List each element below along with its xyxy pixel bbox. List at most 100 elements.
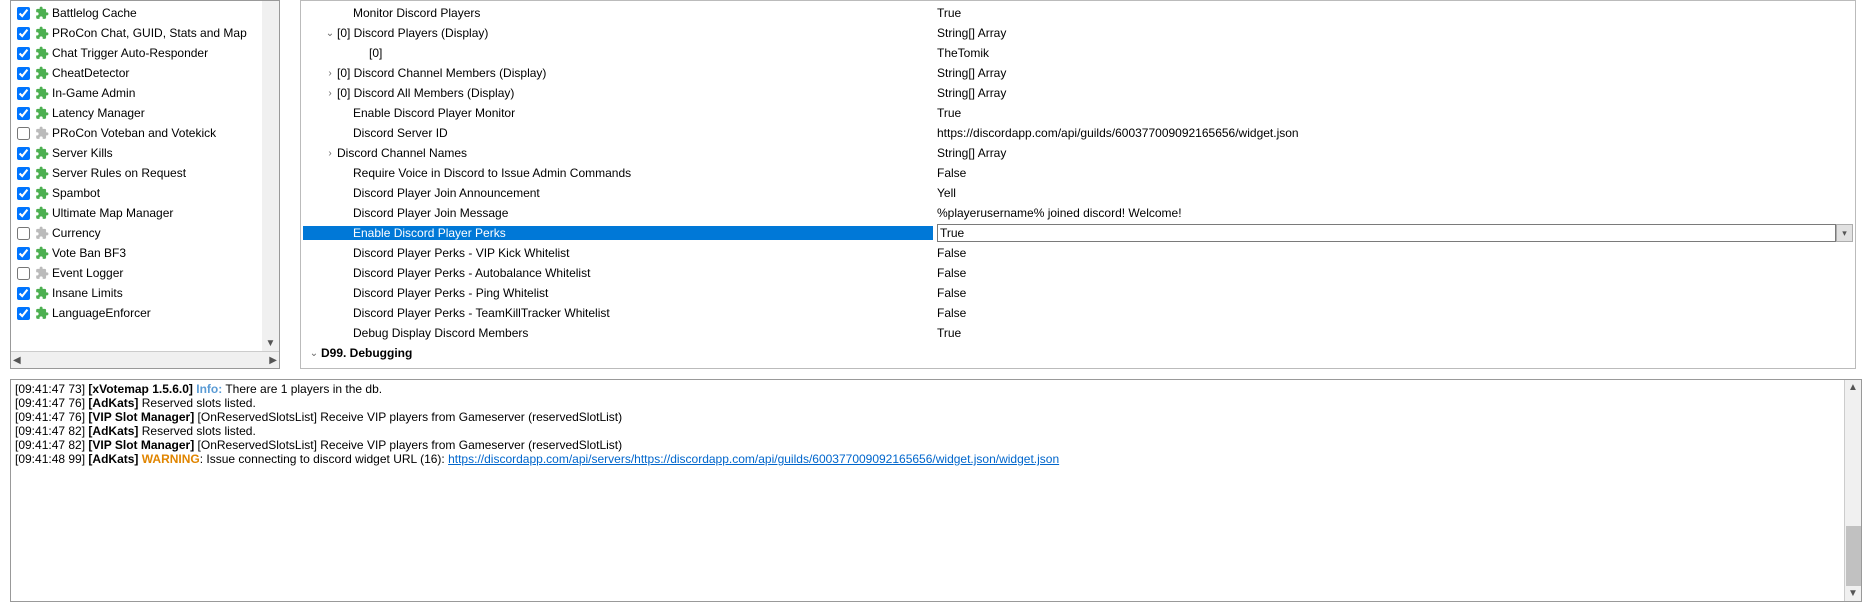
plugin-checkbox[interactable]	[17, 27, 30, 40]
collapse-icon[interactable]: ⌄	[323, 28, 337, 39]
property-row[interactable]: ›Discord Channel NamesString[] Array	[303, 143, 1853, 163]
plugin-checkbox[interactable]	[17, 207, 30, 220]
plugin-checkbox[interactable]	[17, 267, 30, 280]
plugin-item[interactable]: PRoCon Voteban and Votekick	[15, 123, 258, 143]
property-row[interactable]: [0]TheTomik	[303, 43, 1853, 63]
scroll-thumb[interactable]	[1846, 526, 1861, 586]
property-value: String[] Array	[937, 86, 1006, 100]
property-row[interactable]: Discord Player Perks - Autobalance White…	[303, 263, 1853, 283]
scroll-up-icon[interactable]: ▲	[1848, 382, 1858, 393]
expand-icon[interactable]: ›	[323, 88, 337, 99]
log-message: Reserved slots listed.	[138, 396, 255, 410]
log-plugin: [VIP Slot Manager]	[88, 410, 194, 424]
plugin-checkbox[interactable]	[17, 127, 30, 140]
property-row[interactable]: Discord Player Perks - VIP Kick Whitelis…	[303, 243, 1853, 263]
scroll-left-icon[interactable]: ◀	[13, 355, 21, 366]
plugin-item[interactable]: Spambot	[15, 183, 258, 203]
log-timestamp: [09:41:47 82]	[15, 424, 85, 438]
puzzle-icon	[35, 266, 49, 280]
property-value: %playerusername% joined discord! Welcome…	[937, 206, 1182, 220]
property-row[interactable]: Discord Player Perks - Ping WhitelistFal…	[303, 283, 1853, 303]
plugin-checkbox[interactable]	[17, 187, 30, 200]
plugin-label: Battlelog Cache	[52, 6, 137, 20]
plugin-list-panel: Battlelog Cache PRoCon Chat, GUID, Stats …	[10, 0, 280, 369]
property-row[interactable]: ›[0] Discord Channel Members (Display)St…	[303, 63, 1853, 83]
plugin-checkbox[interactable]	[17, 307, 30, 320]
log-timestamp: [09:41:47 82]	[15, 438, 85, 452]
expand-icon[interactable]: ›	[323, 68, 337, 79]
puzzle-icon	[35, 66, 49, 80]
plugin-list[interactable]: Battlelog Cache PRoCon Chat, GUID, Stats …	[11, 1, 262, 351]
property-row[interactable]: ›[0] Discord All Members (Display)String…	[303, 83, 1853, 103]
plugin-label: In-Game Admin	[52, 86, 135, 100]
property-row[interactable]: Monitor Discord PlayersTrue	[303, 3, 1853, 23]
plugin-item[interactable]: Server Rules on Request	[15, 163, 258, 183]
log-body[interactable]: [09:41:47 73] [xVotemap 1.5.6.0] Info: T…	[11, 380, 1844, 601]
plugin-checkbox[interactable]	[17, 7, 30, 20]
plugin-item[interactable]: PRoCon Chat, GUID, Stats and Map	[15, 23, 258, 43]
plugin-checkbox[interactable]	[17, 247, 30, 260]
plugin-item[interactable]: Insane Limits	[15, 283, 258, 303]
property-key: Discord Player Perks - Autobalance White…	[353, 266, 590, 280]
plugin-label: Latency Manager	[52, 106, 145, 120]
plugin-checkbox[interactable]	[17, 87, 30, 100]
property-value: Yell	[937, 186, 956, 200]
sidebar-hscroll[interactable]: ◀ ▶	[11, 351, 279, 368]
plugin-checkbox[interactable]	[17, 67, 30, 80]
log-vscroll[interactable]: ▲ ▼	[1844, 380, 1861, 601]
property-row[interactable]: Discord Player Perks - TeamKillTracker W…	[303, 303, 1853, 323]
property-grid-body[interactable]: Monitor Discord PlayersTrue⌄[0] Discord …	[303, 3, 1853, 366]
log-plugin: [VIP Slot Manager]	[88, 438, 194, 452]
plugin-checkbox[interactable]	[17, 227, 30, 240]
plugin-item[interactable]: Server Kills	[15, 143, 258, 163]
plugin-checkbox[interactable]	[17, 107, 30, 120]
property-row[interactable]: Enable Discord Player MonitorTrue	[303, 103, 1853, 123]
sidebar-scroll-down[interactable]: ▼	[262, 1, 279, 351]
log-link[interactable]: https://discordapp.com/api/servers/https…	[448, 452, 1059, 466]
plugin-item[interactable]: Ultimate Map Manager	[15, 203, 258, 223]
plugin-checkbox[interactable]	[17, 287, 30, 300]
puzzle-icon	[35, 206, 49, 220]
puzzle-icon	[35, 226, 49, 240]
puzzle-icon	[35, 186, 49, 200]
plugin-label: LanguageEnforcer	[52, 306, 151, 320]
log-message: Reserved slots listed.	[138, 424, 255, 438]
property-row[interactable]: Discord Server IDhttps://discordapp.com/…	[303, 123, 1853, 143]
plugin-item[interactable]: CheatDetector	[15, 63, 258, 83]
plugin-item[interactable]: Event Logger	[15, 263, 258, 283]
plugin-label: Insane Limits	[52, 286, 123, 300]
plugin-checkbox[interactable]	[17, 47, 30, 60]
property-value-editor[interactable]: True	[937, 224, 1836, 242]
property-value: False	[937, 266, 966, 280]
plugin-label: PRoCon Chat, GUID, Stats and Map	[52, 26, 247, 40]
property-row[interactable]: Enable Discord Player PerksTrue▾	[303, 223, 1853, 243]
property-row[interactable]: Discord Player Join Message%playeruserna…	[303, 203, 1853, 223]
plugin-item[interactable]: Chat Trigger Auto-Responder	[15, 43, 258, 63]
plugin-item[interactable]: Currency	[15, 223, 258, 243]
plugin-label: Ultimate Map Manager	[52, 206, 173, 220]
expand-icon[interactable]: ›	[323, 148, 337, 159]
property-row[interactable]: ⌄D99. Debugging	[303, 343, 1853, 363]
scroll-right-icon[interactable]: ▶	[269, 355, 277, 366]
property-row[interactable]: ⌄[0] Discord Players (Display)String[] A…	[303, 23, 1853, 43]
dropdown-icon[interactable]: ▾	[1836, 224, 1853, 242]
property-key: Monitor Discord Players	[353, 6, 480, 20]
property-key: Discord Channel Names	[337, 146, 467, 160]
property-row[interactable]: Discord Player Join AnnouncementYell	[303, 183, 1853, 203]
plugin-checkbox[interactable]	[17, 147, 30, 160]
property-row[interactable]: Require Voice in Discord to Issue Admin …	[303, 163, 1853, 183]
plugin-item[interactable]: Battlelog Cache	[15, 3, 258, 23]
plugin-item[interactable]: In-Game Admin	[15, 83, 258, 103]
plugin-label: CheatDetector	[52, 66, 129, 80]
collapse-icon[interactable]: ⌄	[307, 348, 321, 359]
plugin-checkbox[interactable]	[17, 167, 30, 180]
plugin-item[interactable]: Latency Manager	[15, 103, 258, 123]
log-message: There are 1 players in the db.	[222, 382, 382, 396]
property-value: TheTomik	[937, 46, 989, 60]
scroll-down-icon[interactable]: ▼	[1848, 588, 1858, 599]
plugin-item[interactable]: Vote Ban BF3	[15, 243, 258, 263]
property-row[interactable]: Debug Display Discord MembersTrue	[303, 323, 1853, 343]
plugin-item[interactable]: LanguageEnforcer	[15, 303, 258, 323]
log-plugin: [AdKats]	[88, 396, 138, 410]
log-plugin: [AdKats]	[88, 424, 138, 438]
